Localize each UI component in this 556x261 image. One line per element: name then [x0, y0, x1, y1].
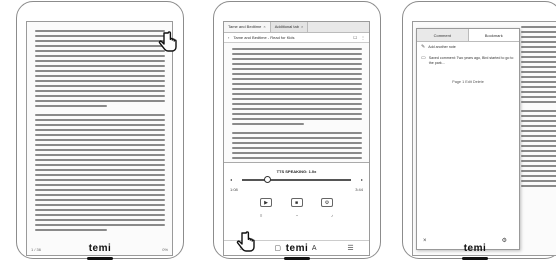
tab-secondary[interactable]: Additional tab ×	[270, 22, 309, 32]
body-text-lines	[521, 26, 556, 190]
device-browser: Tame and Bedtime × Additional tab × ‹ Tame…	[213, 1, 381, 260]
comment-actions[interactable]: Page 1 Edit Delete	[452, 80, 484, 84]
body-text-lines	[35, 30, 165, 234]
settings-icon[interactable]: ⚙	[502, 237, 507, 244]
time-elapsed: 1:08	[230, 187, 238, 192]
note-icon: ▭	[421, 55, 426, 61]
home-bar	[87, 257, 113, 260]
hand-pointer-icon	[234, 230, 258, 254]
brand-logo: temi	[463, 243, 487, 254]
body-text-lines	[232, 48, 362, 162]
home-bar	[462, 257, 488, 260]
address-bar: ‹ Tame and Bedtime - Read for Kids ☐ ⋮	[224, 33, 369, 43]
close-icon[interactable]: ×	[423, 238, 427, 244]
pencil-icon: ✎	[421, 44, 426, 50]
close-icon[interactable]: ×	[263, 24, 265, 29]
tab-bookmark[interactable]: Bookmark	[469, 29, 520, 41]
settings-button[interactable]: ⚙	[321, 198, 333, 207]
brand-logo: temi	[285, 243, 309, 254]
reader-screen: 1 / 36 0%	[26, 21, 173, 256]
progress-slider[interactable]	[242, 176, 351, 183]
tab-comment[interactable]: Comment	[417, 29, 469, 41]
browser-screen: Tame and Bedtime × Additional tab × ‹ Tame…	[223, 21, 370, 256]
progress-percent: 0%	[162, 247, 168, 252]
brand-logo: temi	[88, 243, 112, 254]
hand-pointer-icon	[156, 30, 180, 54]
voice-icon[interactable]: ♪	[331, 213, 333, 218]
slider-knob[interactable]	[264, 176, 271, 183]
device-annotations: Comment Bookmark ✎ Add another note ▭ Sa…	[402, 1, 556, 260]
speed-icon[interactable]: ◔	[295, 213, 297, 218]
tts-title: TTS SPEAKING: 1.0x	[276, 169, 317, 174]
browser-tab-bar: Tame and Bedtime × Additional tab ×	[224, 22, 369, 33]
tabs-icon[interactable]: ▢	[274, 244, 281, 252]
close-icon[interactable]: ×	[301, 24, 303, 29]
more-icon[interactable]: ⋮	[361, 35, 365, 40]
menu-icon[interactable]: ☰	[347, 244, 353, 252]
font-icon[interactable]: A	[312, 245, 317, 252]
page-url[interactable]: Tame and Bedtime - Read for Kids	[233, 35, 349, 40]
tab-active[interactable]: Tame and Bedtime ×	[224, 22, 271, 32]
stop-button[interactable]: ■	[290, 198, 303, 207]
list-icon[interactable]: ≡	[260, 213, 262, 218]
forward-icon[interactable]: ▸	[361, 177, 363, 182]
annotations-screen: Comment Bookmark ✎ Add another note ▭ Sa…	[412, 21, 556, 256]
device-reader: 1 / 36 0% temi	[16, 1, 184, 260]
page-number: 1 / 36	[31, 247, 42, 252]
list-item[interactable]: ✎ Add another note	[417, 42, 519, 53]
list-item[interactable]: ▭ Saved comment: Two years ago, Bird sta…	[417, 53, 519, 69]
time-total: 3:44	[355, 187, 363, 192]
back-arrow-icon[interactable]: ‹	[228, 35, 229, 40]
rewind-icon[interactable]: ◂	[230, 177, 232, 182]
home-bar	[284, 257, 310, 260]
annotation-popup: Comment Bookmark ✎ Add another note ▭ Sa…	[416, 28, 520, 250]
play-button[interactable]: ▶	[260, 198, 272, 207]
bookmark-icon[interactable]: ☐	[353, 35, 357, 40]
